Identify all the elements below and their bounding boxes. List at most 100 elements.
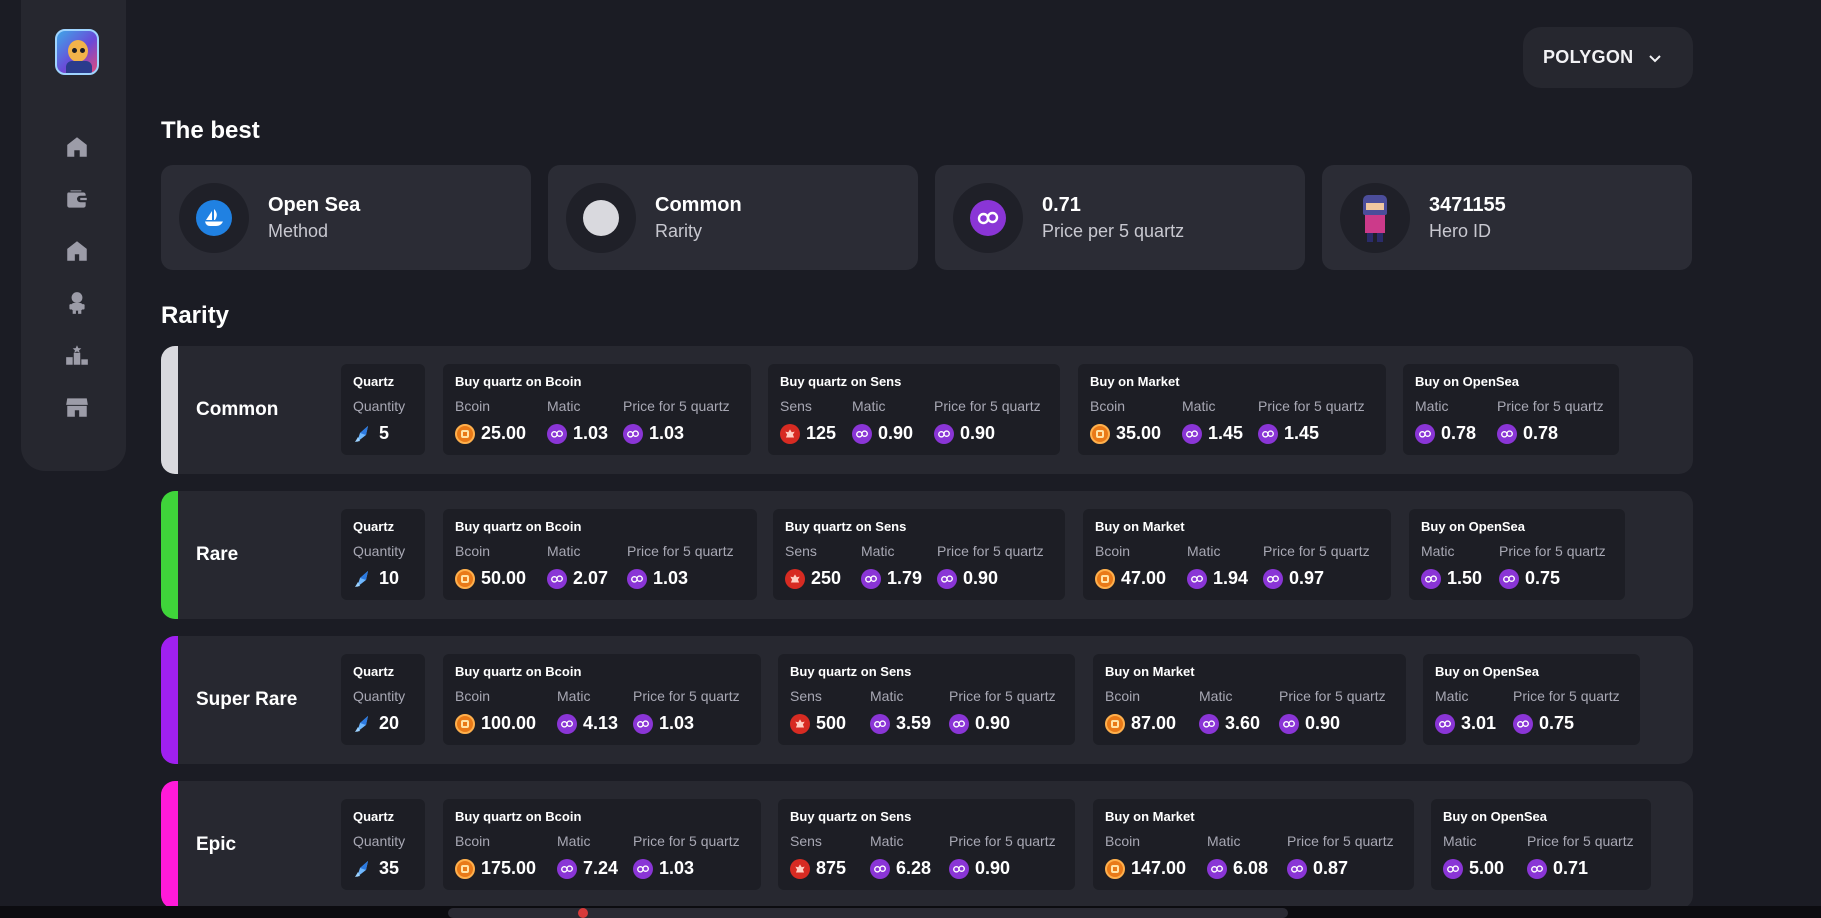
bcoin-value: 147.00 bbox=[1131, 858, 1187, 878]
matic-icon bbox=[633, 713, 653, 734]
matic-icon bbox=[870, 713, 890, 734]
sidebar bbox=[21, 0, 126, 471]
rarity-color-stripe bbox=[161, 491, 178, 619]
matic-label: Matic bbox=[861, 543, 895, 559]
quartz-icon bbox=[353, 714, 373, 734]
network-selector[interactable]: POLYGON bbox=[1523, 27, 1693, 88]
bcoin-icon bbox=[1105, 713, 1125, 734]
bcoin-value: 175.00 bbox=[481, 858, 537, 878]
sens-purchase-box: Buy quartz on Sens Sens 875 Matic 6.28 P… bbox=[778, 799, 1075, 890]
price-value: 1.03 bbox=[653, 568, 689, 588]
bcoin-icon bbox=[455, 713, 475, 734]
matic-icon bbox=[1497, 423, 1517, 444]
matic-label: Matic bbox=[1199, 688, 1233, 704]
market-purchase-box: Buy on Market Bcoin 147.00 Matic 6.08 Pr… bbox=[1093, 799, 1414, 890]
best-hero-value: 3471155 bbox=[1429, 194, 1506, 216]
matic-icon bbox=[1199, 713, 1219, 734]
opensea-purchase-title: Buy on OpenSea bbox=[1421, 519, 1526, 534]
best-heading: The best bbox=[161, 117, 260, 144]
taskbar-pill bbox=[448, 908, 1288, 918]
price-label: Price for 5 quartz bbox=[949, 833, 1056, 849]
bcoin-purchase-title: Buy quartz on Bcoin bbox=[455, 374, 582, 389]
matic-value: 0.78 bbox=[1441, 423, 1477, 443]
quartz-icon bbox=[353, 859, 373, 879]
matic-icon bbox=[623, 423, 643, 444]
opensea-purchase-box: Buy on OpenSea Matic 1.50 Price for 5 qu… bbox=[1409, 509, 1625, 600]
bcoin-icon bbox=[1105, 858, 1125, 879]
matic-icon bbox=[1287, 858, 1307, 879]
price-label: Price for 5 quartz bbox=[1263, 543, 1370, 559]
rarity-dot-icon bbox=[583, 199, 619, 236]
best-method-card: Open Sea Method bbox=[161, 165, 531, 270]
price-value: 0.90 bbox=[963, 568, 999, 588]
opensea-purchase-title: Buy on OpenSea bbox=[1435, 664, 1540, 679]
hero-icon[interactable] bbox=[64, 290, 90, 316]
rarity-row-rare: Rare Quartz Quantity 10 Buy quartz on Bc… bbox=[161, 491, 1693, 619]
bcoin-label: Bcoin bbox=[455, 688, 491, 704]
price-label: Price for 5 quartz bbox=[949, 688, 1056, 704]
network-label: POLYGON bbox=[1543, 47, 1634, 67]
sens-label: Sens bbox=[790, 833, 822, 849]
matic-label: Matic bbox=[852, 398, 886, 414]
bcoin-value: 50.00 bbox=[481, 568, 527, 588]
shop-icon[interactable] bbox=[64, 394, 90, 420]
home-icon[interactable] bbox=[64, 134, 90, 160]
price-label: Price for 5 quartz bbox=[623, 398, 730, 414]
best-method-label: Method bbox=[268, 221, 329, 241]
best-price-icon-wrap bbox=[953, 182, 1023, 253]
sens-purchase-box: Buy quartz on Sens Sens 500 Matic 3.59 P… bbox=[778, 654, 1075, 745]
matic-icon bbox=[1513, 713, 1533, 734]
app-logo[interactable] bbox=[55, 29, 99, 75]
bcoin-label: Bcoin bbox=[455, 398, 491, 414]
matic-label: Matic bbox=[1415, 398, 1449, 414]
sens-label: Sens bbox=[780, 398, 812, 414]
price-label: Price for 5 quartz bbox=[1499, 543, 1606, 559]
matic-icon bbox=[1527, 858, 1547, 879]
best-price-label: Price per 5 quartz bbox=[1042, 221, 1185, 241]
price-label: Price for 5 quartz bbox=[633, 833, 740, 849]
matic-value: 6.08 bbox=[1233, 858, 1269, 878]
bcoin-value: 35.00 bbox=[1116, 423, 1162, 443]
matic-value: 1.45 bbox=[1208, 423, 1244, 443]
matic-icon bbox=[1443, 858, 1463, 879]
matic-icon bbox=[1258, 423, 1278, 444]
logo-body bbox=[66, 61, 92, 73]
leaderboard-icon[interactable] bbox=[64, 342, 90, 368]
quartz-quantity-label: Quantity bbox=[353, 543, 406, 559]
matic-value: 5.00 bbox=[1469, 858, 1505, 878]
taskbar-app-icon[interactable] bbox=[578, 908, 588, 918]
price-value: 1.03 bbox=[659, 858, 695, 878]
sens-purchase-title: Buy quartz on Sens bbox=[790, 664, 912, 679]
sens-value: 125 bbox=[806, 423, 837, 443]
market-purchase-title: Buy on Market bbox=[1105, 664, 1195, 679]
wallet-icon[interactable] bbox=[64, 186, 90, 212]
matic-icon bbox=[1279, 713, 1299, 734]
matic-icon bbox=[861, 568, 881, 589]
matic-icon bbox=[1187, 568, 1207, 589]
matic-label: Matic bbox=[1187, 543, 1221, 559]
matic-icon bbox=[1182, 423, 1202, 444]
quartz-box: Quartz Quantity 35 bbox=[341, 799, 425, 890]
rarity-color-stripe bbox=[161, 636, 178, 764]
market-purchase-box: Buy on Market Bcoin 35.00 Matic 1.45 Pri… bbox=[1078, 364, 1386, 455]
rarity-name: Epic bbox=[196, 834, 237, 855]
bcoin-icon bbox=[1090, 423, 1110, 444]
house-icon[interactable] bbox=[64, 238, 90, 264]
matic-icon bbox=[852, 423, 872, 444]
matic-icon bbox=[1207, 858, 1227, 879]
price-value: 0.90 bbox=[1305, 713, 1341, 733]
opensea-purchase-title: Buy on OpenSea bbox=[1443, 809, 1548, 824]
matic-label: Matic bbox=[557, 688, 591, 704]
best-hero-card: 3471155 Hero ID bbox=[1322, 165, 1692, 270]
price-value: 0.71 bbox=[1553, 858, 1589, 878]
quartz-icon bbox=[353, 424, 373, 444]
price-value: 0.90 bbox=[975, 858, 1011, 878]
bcoin-label: Bcoin bbox=[455, 543, 491, 559]
matic-icon bbox=[949, 858, 969, 879]
sens-label: Sens bbox=[785, 543, 817, 559]
quartz-box: Quartz Quantity 5 bbox=[341, 364, 425, 455]
matic-icon bbox=[557, 713, 577, 734]
price-label: Price for 5 quartz bbox=[627, 543, 734, 559]
matic-icon bbox=[547, 568, 567, 589]
bcoin-value: 100.00 bbox=[481, 713, 537, 733]
